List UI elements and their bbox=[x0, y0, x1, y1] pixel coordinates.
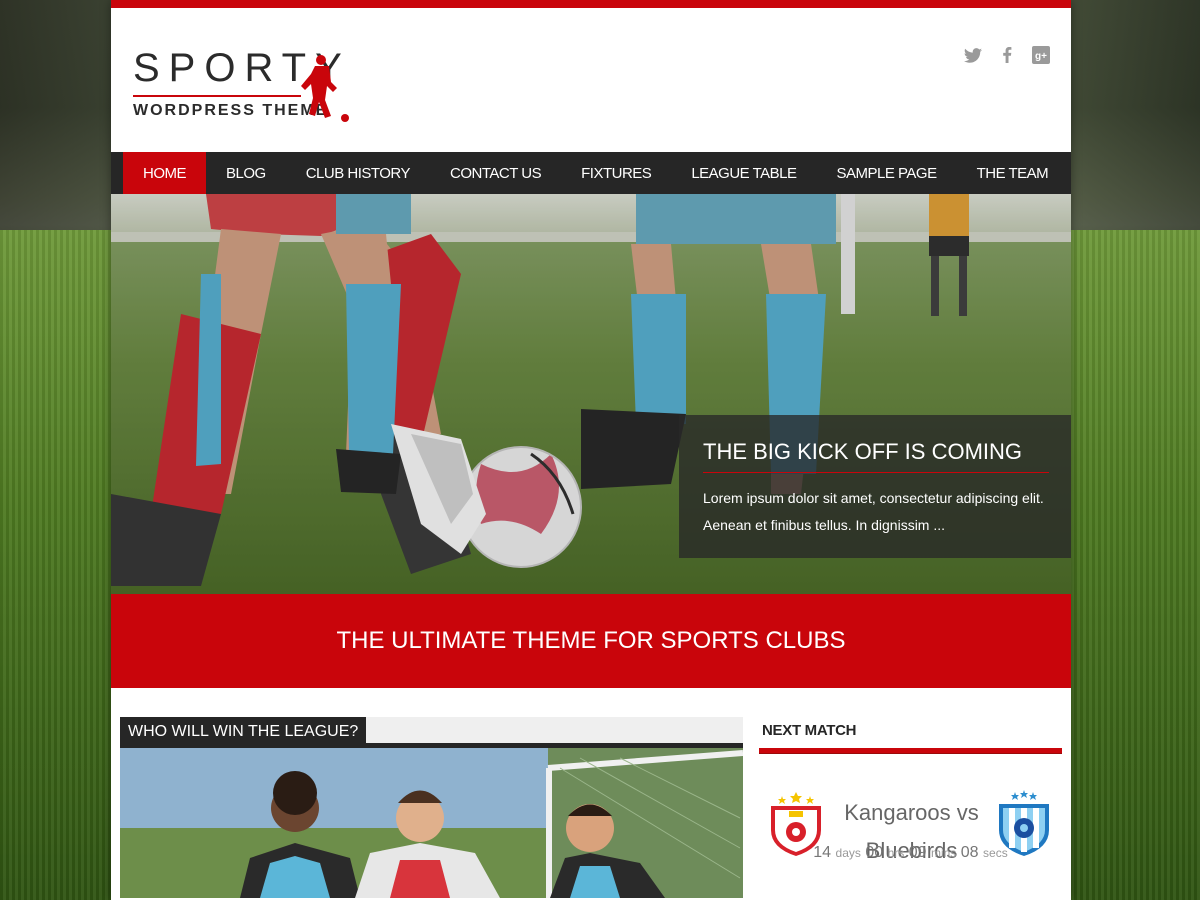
facebook-icon[interactable] bbox=[997, 46, 1017, 64]
nav-item-sample-page[interactable]: Sample Page bbox=[816, 152, 956, 194]
content-area: Who Will Win The League? bbox=[111, 688, 1071, 900]
site-header: SPORTY WORDPRESS THEME g+ bbox=[111, 8, 1071, 152]
widget-header-bar: Who Will Win The League? bbox=[120, 717, 743, 748]
nav-item-league-table[interactable]: League Table bbox=[671, 152, 816, 194]
featured-post-widget: Who Will Win The League? bbox=[120, 717, 743, 898]
football-player-icon bbox=[301, 55, 349, 122]
caption-divider bbox=[703, 472, 1049, 473]
hero-caption-title[interactable]: The Big Kick Off Is Coming bbox=[703, 439, 1049, 465]
countdown-seconds: 08 bbox=[960, 844, 979, 861]
hero-caption-text-line-2: Aenean et finibus tellus. In dignissim .… bbox=[703, 517, 946, 533]
svg-text:g+: g+ bbox=[1035, 51, 1047, 62]
home-team[interactable]: Kangaroos vs bbox=[829, 794, 994, 832]
hero-slider[interactable]: The Big Kick Off Is Coming Lorem ipsum d… bbox=[111, 194, 1071, 594]
social-links: g+ bbox=[963, 46, 1051, 64]
hero-caption[interactable]: The Big Kick Off Is Coming Lorem ipsum d… bbox=[679, 415, 1071, 558]
nav-item-fixtures[interactable]: Fixtures bbox=[561, 152, 671, 194]
countdown-hours-label: hrs bbox=[887, 846, 905, 860]
countdown-minutes: 09 bbox=[908, 844, 927, 861]
site-logo[interactable]: SPORTY WORDPRESS THEME bbox=[133, 46, 363, 126]
logo-subtitle: WORDPRESS THEME bbox=[133, 102, 329, 119]
countdown-hours: 00 bbox=[865, 844, 884, 861]
match-countdown: 14 days 00 hrs 09 mins 08 secs bbox=[759, 844, 1062, 862]
main-navigation: Home Blog Club History Contact Us Fixtur… bbox=[111, 152, 1071, 194]
countdown-days-label: days bbox=[835, 846, 861, 860]
tagline-text: The Ultimate Theme For Sports Clubs bbox=[336, 627, 846, 654]
site-container: SPORTY WORDPRESS THEME g+ Home Blog Club… bbox=[111, 0, 1071, 900]
countdown-minutes-label: mins bbox=[930, 846, 957, 860]
next-match-title: Next Match bbox=[762, 722, 857, 739]
featured-post-image[interactable] bbox=[120, 748, 743, 898]
logo-divider bbox=[133, 95, 301, 97]
tagline-banner: The Ultimate Theme For Sports Clubs bbox=[111, 594, 1071, 688]
players-photo bbox=[120, 748, 743, 898]
nav-item-contact-us[interactable]: Contact Us bbox=[430, 152, 561, 194]
nav-item-blog[interactable]: Blog bbox=[206, 152, 286, 194]
nav-item-the-team[interactable]: The Team bbox=[957, 152, 1069, 194]
top-accent-bar bbox=[111, 0, 1071, 8]
google-plus-icon[interactable]: g+ bbox=[1031, 46, 1051, 64]
widget-title[interactable]: Who Will Win The League? bbox=[120, 717, 367, 748]
next-match-widget: Next Match Kangaroos vs Bluebirds bbox=[759, 717, 1062, 864]
nav-item-home[interactable]: Home bbox=[123, 152, 206, 194]
countdown-days: 14 bbox=[813, 844, 832, 861]
nav-item-club-history[interactable]: Club History bbox=[286, 152, 430, 194]
hero-caption-text-line-1: Lorem ipsum dolor sit amet, consectetur … bbox=[703, 490, 1044, 506]
twitter-icon[interactable] bbox=[963, 46, 983, 64]
countdown-seconds-label: secs bbox=[983, 846, 1008, 860]
